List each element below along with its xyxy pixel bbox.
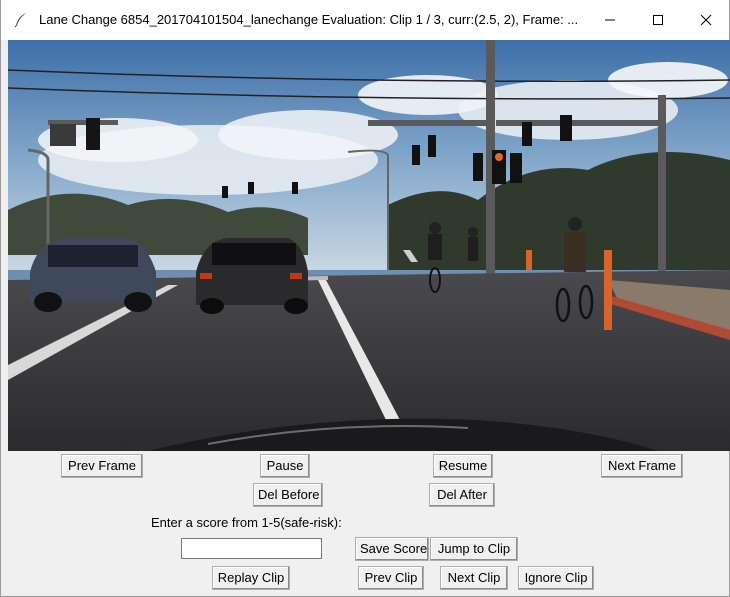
title-bar[interactable]: Lane Change 6854_201704101504_lanechange… bbox=[1, 0, 729, 40]
del-after-button[interactable]: Del After bbox=[429, 483, 495, 507]
jump-to-clip-button[interactable]: Jump to Clip bbox=[430, 537, 518, 561]
prev-clip-button[interactable]: Prev Clip bbox=[358, 566, 424, 590]
replay-clip-button[interactable]: Replay Clip bbox=[212, 566, 290, 590]
video-frame bbox=[8, 40, 730, 451]
prev-frame-button[interactable]: Prev Frame bbox=[61, 454, 143, 478]
close-icon bbox=[700, 14, 712, 26]
del-before-button[interactable]: Del Before bbox=[253, 483, 323, 507]
car-center bbox=[196, 238, 308, 314]
next-frame-button[interactable]: Next Frame bbox=[601, 454, 683, 478]
pedestrian bbox=[468, 227, 478, 261]
app-window: Lane Change 6854_201704101504_lanechange… bbox=[0, 0, 730, 597]
dashcam-image bbox=[8, 40, 730, 451]
pause-button[interactable]: Pause bbox=[260, 454, 310, 478]
maximize-button[interactable] bbox=[635, 0, 681, 40]
minimize-button[interactable] bbox=[587, 0, 633, 40]
window-title: Lane Change 6854_201704101504_lanechange… bbox=[39, 12, 579, 27]
car-left bbox=[30, 238, 156, 312]
score-input[interactable] bbox=[181, 538, 322, 559]
score-prompt-label: Enter a score from 1-5(safe-risk): bbox=[151, 515, 342, 530]
resume-button[interactable]: Resume bbox=[433, 454, 493, 478]
next-clip-button[interactable]: Next Clip bbox=[440, 566, 508, 590]
minimize-icon bbox=[605, 19, 615, 21]
save-score-button[interactable]: Save Score bbox=[355, 537, 429, 561]
close-button[interactable] bbox=[683, 0, 729, 40]
ignore-clip-button[interactable]: Ignore Clip bbox=[518, 566, 594, 590]
maximize-icon bbox=[653, 15, 663, 25]
feather-icon bbox=[14, 13, 26, 28]
